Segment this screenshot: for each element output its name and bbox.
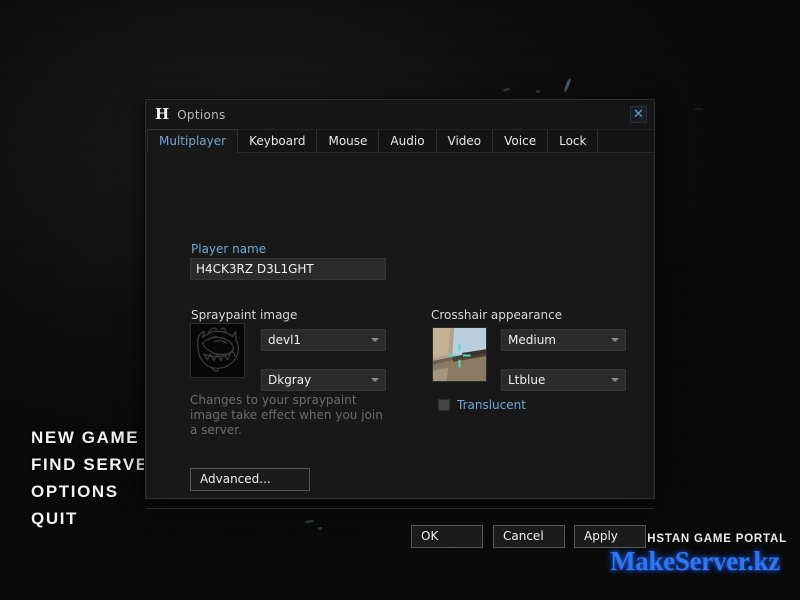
background-speck — [318, 527, 322, 530]
crosshair-color-dropdown[interactable]: Ltblue — [501, 369, 626, 391]
tab-multiplayer[interactable]: Multiplayer — [147, 129, 239, 153]
chevron-down-icon — [365, 330, 385, 350]
close-icon: ✕ — [633, 107, 644, 122]
translucent-label: Translucent — [457, 398, 526, 412]
crosshair-section-label: Crosshair appearance — [431, 308, 563, 322]
menu-item-new-game[interactable]: NEW GAME — [31, 424, 139, 451]
tab-mouse[interactable]: Mouse — [317, 129, 380, 152]
menu-item-options[interactable]: OPTIONS — [31, 478, 119, 505]
tab-strip: Multiplayer Keyboard Mouse Audio Video V… — [146, 129, 654, 153]
multiplayer-tab-panel: Player name Spraypaint image — [146, 153, 654, 548]
cancel-button[interactable]: Cancel — [493, 525, 565, 548]
tab-lock[interactable]: Lock — [548, 129, 599, 152]
dialog-title: Options — [177, 107, 226, 122]
devil-face-spray-icon — [191, 324, 244, 377]
translucent-checkbox-row[interactable]: Translucent — [438, 398, 526, 412]
advanced-button[interactable]: Advanced... — [190, 468, 310, 491]
options-dialog: H Options ✕ Multiplayer Keyboard Mouse A… — [145, 99, 655, 548]
spraypaint-section-label: Spraypaint image — [191, 308, 298, 322]
background-speck — [536, 90, 540, 93]
spraypaint-image-value: devl1 — [268, 333, 302, 347]
half-life-logo-icon: H — [155, 105, 170, 123]
chevron-down-icon — [365, 370, 385, 390]
spraypaint-image-dropdown[interactable]: devl1 — [261, 329, 386, 351]
crosshair-preview-thumbnail[interactable] — [432, 327, 487, 382]
close-button[interactable]: ✕ — [630, 106, 647, 123]
chevron-down-icon — [605, 330, 625, 350]
apply-button[interactable]: Apply — [574, 525, 646, 548]
crosshair-size-dropdown[interactable]: Medium — [501, 329, 626, 351]
spraypaint-note: Changes to your spraypaint image take ef… — [190, 393, 383, 437]
crosshair-preview-icon — [433, 328, 486, 381]
chevron-down-icon — [605, 370, 625, 390]
spraypaint-thumbnail[interactable] — [190, 323, 245, 378]
ok-button[interactable]: OK — [411, 525, 483, 548]
footer-divider — [146, 508, 654, 509]
player-name-label: Player name — [191, 242, 267, 256]
tab-strip-filler — [598, 129, 654, 152]
watermark-logo: MakeServer.kz — [610, 546, 780, 576]
tab-keyboard[interactable]: Keyboard — [238, 129, 318, 152]
background-speck — [694, 108, 704, 110]
crosshair-size-value: Medium — [508, 333, 556, 347]
crosshair-color-value: Ltblue — [508, 373, 546, 387]
dialog-title-bar: H Options ✕ — [146, 100, 654, 129]
spraypaint-color-value: Dkgray — [268, 373, 312, 387]
tab-video[interactable]: Video — [436, 129, 494, 152]
menu-item-quit[interactable]: QUIT — [31, 505, 78, 532]
tab-audio[interactable]: Audio — [379, 129, 437, 152]
tab-voice[interactable]: Voice — [493, 129, 549, 152]
translucent-checkbox[interactable] — [438, 399, 450, 411]
player-name-input[interactable] — [190, 258, 386, 280]
spraypaint-color-dropdown[interactable]: Dkgray — [261, 369, 386, 391]
